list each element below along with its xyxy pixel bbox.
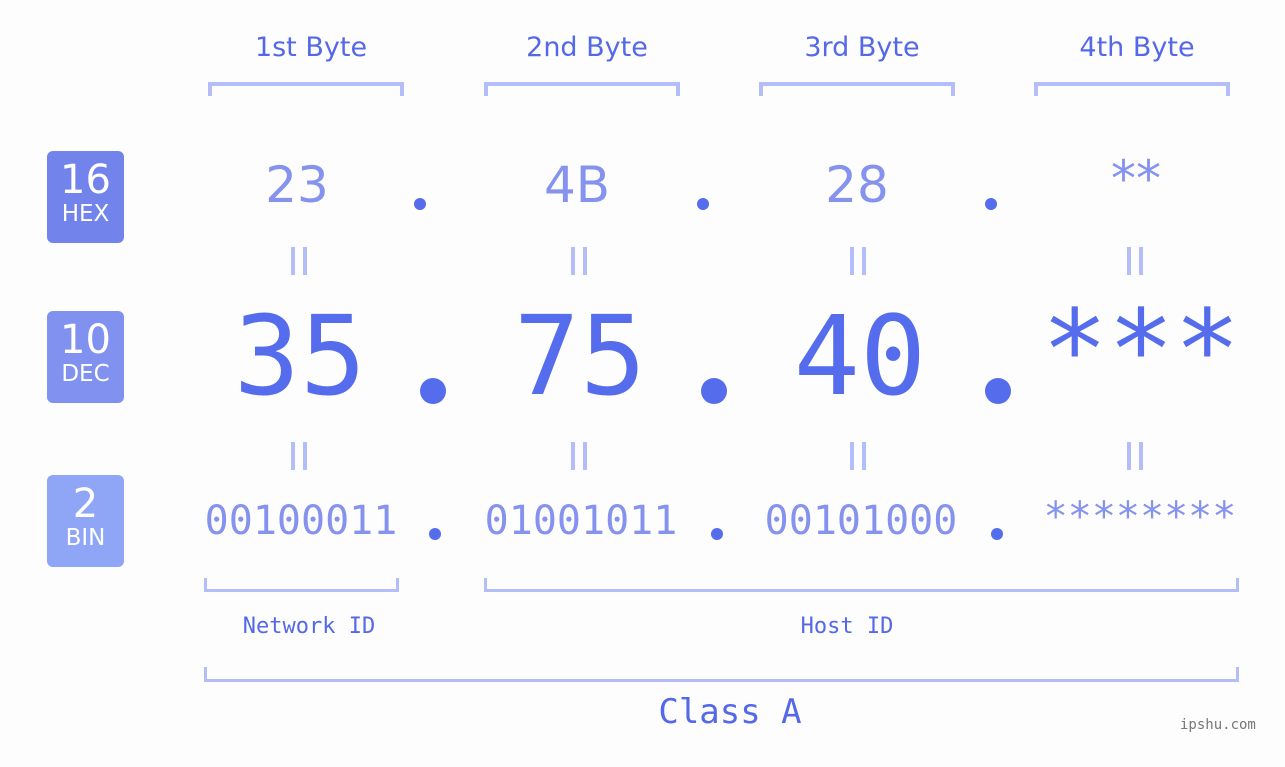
dec-value-1: 35 [233,292,367,420]
dec-badge-label: DEC [61,361,110,387]
watermark: ipshu.com [1180,717,1256,733]
dec-separator-2 [701,378,727,404]
hex-value-3: 28 [825,156,889,214]
hex-separator-2 [697,198,709,210]
byte-header-3: 3rd Byte [804,32,920,63]
bin-separator-3 [991,528,1003,540]
dec-value-3: 40 [793,292,927,420]
hex-separator-1 [414,198,426,210]
dec-separator-3 [985,378,1011,404]
equals-icon [1127,247,1143,275]
bin-badge: 2 BIN [47,475,124,567]
hex-badge-number: 16 [60,157,111,203]
bin-value-2: 01001011 [484,498,678,544]
host-id-bracket [484,578,1239,592]
network-id-label: Network ID [242,614,376,639]
byte-bracket-3 [759,82,955,96]
bin-value-3: 00101000 [764,498,958,544]
hex-value-1: 23 [265,156,329,214]
equals-icon [571,247,587,275]
equals-icon [291,442,307,470]
bin-value-4: ******** [1043,494,1237,540]
byte-header-2: 2nd Byte [526,32,648,63]
host-id-label: Host ID [800,614,894,639]
byte-bracket-2 [484,82,680,96]
hex-value-4: ** [1111,150,1161,208]
bin-badge-label: BIN [65,525,106,551]
hex-badge: 16 HEX [47,151,124,243]
byte-header-1: 1st Byte [254,32,368,63]
class-bracket [204,667,1239,682]
dec-value-2: 75 [513,292,647,420]
equals-icon [571,442,587,470]
equals-icon [1127,442,1143,470]
bin-value-1: 00100011 [204,498,398,544]
dec-value-4: *** [1041,286,1241,414]
hex-separator-3 [985,198,997,210]
equals-icon [850,442,866,470]
bin-badge-number: 2 [72,481,99,527]
equals-icon [850,247,866,275]
equals-icon [291,247,307,275]
bin-separator-2 [711,528,723,540]
hex-value-2: 4B [543,156,611,214]
byte-bracket-1 [208,82,404,96]
byte-header-4: 4th Byte [1079,32,1195,63]
byte-bracket-4 [1034,82,1230,96]
hex-badge-label: HEX [61,201,110,227]
dec-separator-1 [420,378,446,404]
dec-badge-number: 10 [60,317,111,363]
dec-badge: 10 DEC [47,311,124,403]
network-id-bracket [204,578,399,592]
class-label: Class A [658,692,802,732]
bin-separator-1 [429,528,441,540]
